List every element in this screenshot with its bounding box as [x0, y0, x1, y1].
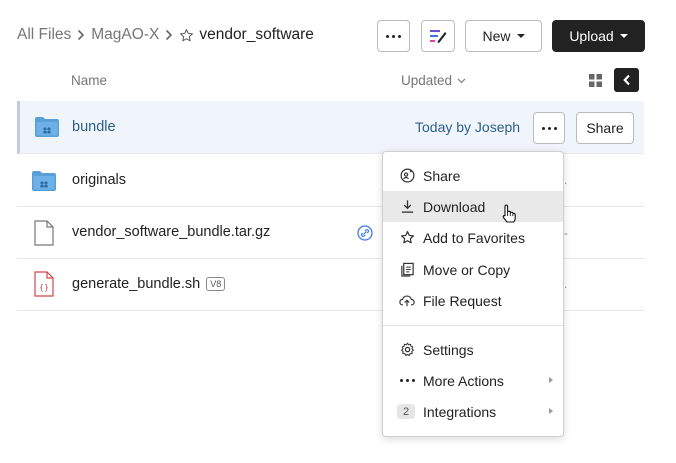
menu-item-label: Add to Favorites	[423, 229, 525, 246]
version-badge[interactable]: V8	[206, 277, 226, 291]
upload-button-label: Upload	[569, 28, 614, 44]
new-button[interactable]: New	[465, 20, 542, 52]
grid-view-icon[interactable]	[586, 71, 604, 89]
shared-link-icon[interactable]	[356, 224, 374, 242]
row-name[interactable]: vendor_software_bundle.tar.gz	[72, 224, 270, 240]
menu-item-download[interactable]: Download	[383, 191, 563, 222]
sort-chevron-down-icon	[457, 78, 466, 84]
breadcrumb: All Files MagAO-X vendor_software	[17, 26, 314, 44]
menu-item-label: Download	[423, 198, 486, 215]
column-headers: Name Updated	[0, 66, 676, 96]
breadcrumb-all-files[interactable]: All Files	[17, 26, 71, 44]
more-dots-icon	[386, 34, 401, 38]
submenu-arrow-icon	[549, 377, 553, 383]
share-icon	[399, 168, 415, 184]
folder-icon	[35, 115, 59, 139]
row-name[interactable]: generate_bundle.sh V8	[72, 276, 226, 292]
menu-item-file-request[interactable]: File Request	[383, 285, 563, 316]
favorite-star-icon[interactable]	[179, 28, 194, 43]
chevron-right-icon	[77, 29, 85, 41]
column-header-updated-label: Updated	[401, 73, 453, 88]
notes-button[interactable]	[421, 20, 455, 52]
menu-item-label: Settings	[423, 341, 474, 358]
menu-item-integrations[interactable]: 2 Integrations	[383, 396, 563, 427]
row-updated-overflow: .	[564, 277, 568, 291]
menu-item-settings[interactable]: Settings	[383, 334, 563, 365]
upload-button[interactable]: Upload	[552, 20, 645, 52]
row-share-button[interactable]: Share	[576, 112, 634, 144]
menu-item-label: Integrations	[423, 403, 497, 420]
chevron-right-icon	[165, 29, 173, 41]
integrations-count-badge: 2	[397, 404, 415, 419]
row-updated: Today by Joseph L	[415, 119, 525, 135]
gear-icon	[399, 342, 415, 358]
row-updated-overflow: -	[564, 226, 568, 240]
table-row[interactable]: bundle Today by Joseph L Share	[17, 101, 644, 154]
menu-item-label: Move or Copy	[423, 261, 511, 278]
menu-item-add-to-favorites[interactable]: Add to Favorites	[383, 222, 563, 253]
row-actions-menu: Share Download Add to Favorites Move or …	[382, 151, 564, 437]
menu-item-label: More Actions	[423, 372, 504, 389]
new-button-label: New	[482, 28, 511, 44]
menu-item-move-or-copy[interactable]: Move or Copy	[383, 254, 563, 285]
column-header-name[interactable]: Name	[71, 73, 107, 88]
star-icon	[399, 230, 415, 246]
hand-pointer-icon	[502, 204, 516, 223]
submenu-arrow-icon	[549, 408, 553, 414]
row-name[interactable]: bundle	[72, 119, 116, 135]
folder-icon	[32, 169, 56, 193]
notes-pen-icon	[430, 30, 447, 43]
row-name-label: generate_bundle.sh	[72, 276, 201, 292]
svg-text:{}: {}	[39, 283, 49, 292]
collapse-sidebar-button[interactable]	[614, 68, 639, 92]
column-header-updated[interactable]: Updated	[401, 73, 466, 88]
more-options-button[interactable]	[377, 20, 410, 52]
menu-item-label: File Request	[423, 292, 502, 309]
caret-down-icon	[619, 34, 628, 38]
breadcrumb-magao-x[interactable]: MagAO-X	[91, 26, 159, 44]
caret-down-icon	[516, 34, 525, 38]
code-file-icon: {}	[32, 271, 56, 297]
breadcrumb-current-folder: vendor_software	[199, 26, 314, 43]
upload-cloud-icon	[399, 293, 415, 309]
move-copy-icon	[399, 262, 415, 278]
chevron-left-icon	[622, 74, 630, 86]
download-icon	[399, 199, 415, 215]
menu-item-share[interactable]: Share	[383, 160, 563, 191]
more-dots-icon	[399, 373, 415, 389]
more-dots-icon	[541, 126, 557, 130]
header-bar: All Files MagAO-X vendor_software New Up…	[0, 0, 676, 70]
menu-divider	[383, 325, 563, 326]
row-more-options-button[interactable]	[533, 112, 565, 144]
row-updated-overflow: .	[564, 173, 568, 187]
row-name[interactable]: originals	[72, 172, 126, 188]
file-icon	[32, 220, 56, 246]
menu-item-label: Share	[423, 167, 461, 184]
menu-item-more-actions[interactable]: More Actions	[383, 365, 563, 396]
